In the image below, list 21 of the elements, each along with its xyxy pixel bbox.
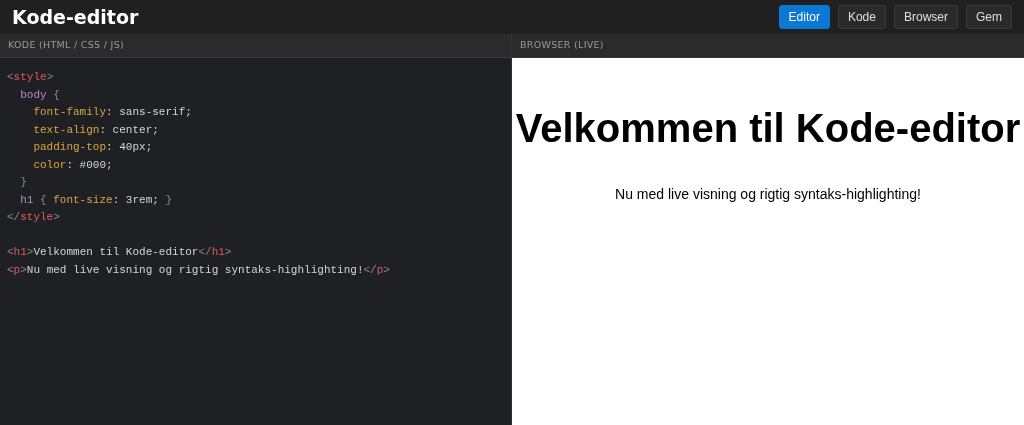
code-editor[interactable] xyxy=(0,58,511,425)
code-line: color: #000; xyxy=(32,157,114,173)
app-title: Kode-editor xyxy=(12,4,139,30)
code-line: font-family: sans-serif; xyxy=(32,105,193,120)
panel-header: BROWSER (LIVE) xyxy=(512,34,1024,58)
preview-paragraph: Nu med live visning og rigtig syntaks-highlighting! xyxy=(614,185,922,204)
toolbar-button[interactable]: Editor xyxy=(778,5,830,29)
toolbar-button[interactable]: Gem xyxy=(966,5,1012,29)
code-line: </style> xyxy=(7,210,61,225)
preview-heading: Velkommen til Kode-editor xyxy=(514,105,1022,152)
code-line: } xyxy=(19,175,28,190)
code-line: h1 { font-size: 3rem; } xyxy=(19,192,174,208)
toolbar-button[interactable]: Kode xyxy=(837,5,886,29)
code-line: text-align: center; xyxy=(32,122,160,138)
code-line: padding-top: 40px; xyxy=(32,140,154,155)
code-line: <h1>Velkommen til Kode-editor</h1> xyxy=(7,245,233,260)
panel-header: KODE (HTML / CSS / JS) xyxy=(0,34,511,58)
code-line: <style> xyxy=(7,70,55,85)
toolbar-button[interactable]: Browser xyxy=(893,5,958,29)
code-line: body { xyxy=(19,87,61,103)
code-line: <p>Nu med live visning og rigtig syntaks-highlighting!</p> xyxy=(7,262,391,278)
